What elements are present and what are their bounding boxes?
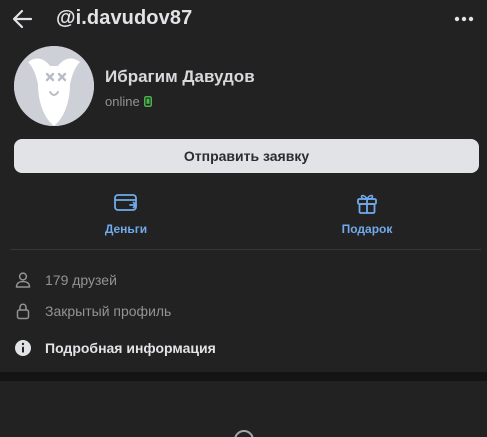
money-label: Деньги [104,222,148,236]
private-profile-row: Закрытый профиль [14,300,171,322]
divider [10,249,481,250]
header-bar: @i.davudov87 [0,0,487,38]
arrow-left-icon [12,9,33,29]
money-card-icon [113,190,139,216]
avatar[interactable] [14,46,94,126]
gift-icon [354,190,380,216]
private-profile-text: Закрытый профиль [45,303,172,319]
back-button[interactable] [10,6,36,32]
profile-page: @i.davudov87 Ибрагим Давудов online Отпр… [0,0,487,437]
more-button[interactable] [453,10,475,28]
send-request-button[interactable]: Отправить заявку [14,139,479,173]
profile-card: @i.davudov87 Ибрагим Давудов online Отпр… [0,0,487,372]
money-button[interactable]: Деньги [56,190,196,240]
next-card [0,381,487,437]
details-row[interactable]: Подробная информация [14,337,216,359]
gift-label: Подарок [341,222,393,236]
online-status: online [105,93,152,109]
profile-name: Ибрагим Давудов [105,67,255,86]
friends-count: 179 друзей [45,272,117,288]
info-circle-icon [14,339,32,357]
friends-row[interactable]: 179 друзей [14,269,117,291]
details-text: Подробная информация [45,340,216,356]
more-horizontal-icon [454,16,474,22]
header-title: @i.davudov87 [56,7,193,29]
status-text: online [105,93,140,109]
user-icon [14,271,32,289]
lock-icon [14,302,32,320]
gift-button[interactable]: Подарок [297,190,437,240]
deactivated-dog-avatar [14,46,94,126]
mobile-phone-icon [143,95,152,107]
